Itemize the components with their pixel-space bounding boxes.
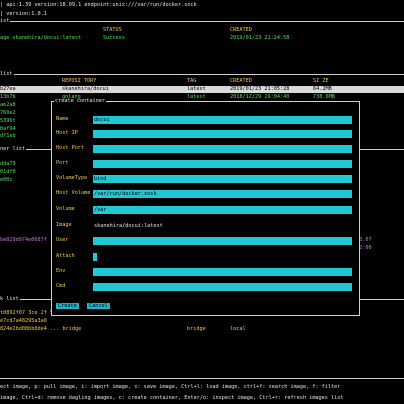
field-label-host-volume: Host Volume (56, 190, 91, 196)
image-row-id[interactable]: 0af94 (0, 126, 16, 132)
field-label-cmd: Cmd (56, 283, 66, 289)
volume-type-field-value: bind (94, 176, 107, 182)
field-label-host-ip: Host IP (56, 130, 78, 136)
task-row-status: Success (103, 35, 125, 41)
image-row-tag: latest (187, 86, 206, 92)
task-row-created: 2019/01/23 21:24:58 (230, 35, 290, 41)
image-row-id[interactable]: df1eb (0, 133, 16, 139)
image-row-id[interactable]: 13b7b (0, 94, 16, 100)
network-row-id[interactable]: e7cd7a48295a3a0 (0, 318, 47, 324)
image-row-size: 64.2MB (313, 86, 332, 92)
network-row-id[interactable]: 824e2bd08bb0de4 ... bridge (0, 326, 81, 332)
container-row-id[interactable]: be029d974e0687f (0, 237, 47, 243)
image-row-selected[interactable]: b27ea skanehira/docui latest 2019/01/23 … (0, 86, 404, 93)
image-row-tag: latest (187, 94, 206, 100)
volume-field-value: /var (94, 207, 107, 213)
image-row-created: 2018/12/29 19:04:40 (230, 94, 290, 100)
header-version-line: | version:1.0.1 (0, 11, 47, 17)
image-row-id[interactable]: ae2a8 (0, 102, 16, 108)
volume-type-field[interactable] (93, 175, 352, 183)
field-label-user: User (56, 237, 69, 243)
tasks-panel-label: ist (0, 18, 11, 25)
cancel-button[interactable]: Cancel (87, 303, 110, 309)
images-col-size: SI ZE (313, 78, 329, 84)
image-field-value[interactable]: skanehira/docui:latest (93, 222, 163, 230)
network-row-driver: bridge (187, 326, 206, 332)
host-volume-field-value: /var/run/docker.sock (94, 191, 157, 197)
host-port-field[interactable] (93, 145, 352, 153)
container-row-id[interactable]: 01df0 (0, 169, 16, 175)
task-row-name[interactable]: age skanehira/docui:latest (0, 35, 81, 41)
name-field[interactable] (93, 116, 352, 124)
network-row-id[interactable]: t0892f07 3ce 2f 54 (0, 310, 56, 316)
footer-shortcuts-line2: image, Ctrl+d: remove dagling images, c:… (0, 395, 344, 401)
network-row-scope: local (230, 326, 246, 332)
images-panel-label: list (0, 71, 14, 78)
field-label-attach: Attach (56, 253, 75, 259)
host-ip-field[interactable] (93, 130, 352, 138)
image-row-created: 2019/01/23 21:05:28 (230, 86, 290, 92)
networks-panel-label: k list (0, 296, 20, 303)
image-row-id[interactable]: 5396t (0, 118, 16, 124)
field-label-volume: Volume (56, 206, 75, 212)
tasks-col-status: STATUS (103, 27, 122, 33)
image-row-size: 738.6MB (313, 94, 335, 100)
env-field[interactable] (93, 268, 352, 276)
volume-field[interactable] (93, 206, 352, 214)
tasks-col-created: CREATED (230, 27, 252, 33)
field-label-image: Image (56, 222, 72, 228)
create-button[interactable]: Create (56, 303, 79, 309)
container-row-id[interactable]: e00c (0, 177, 13, 183)
field-label-host-port: Host Port (56, 145, 85, 151)
images-col-created: CREATED (230, 78, 252, 84)
image-row-id[interactable]: 760e2 (0, 110, 16, 116)
container-row-id[interactable]: dda79 (0, 161, 16, 167)
containers-panel-label: ner list (0, 146, 26, 153)
image-row-repo: skanehira/docui (62, 86, 109, 92)
field-label-name: Name (56, 116, 69, 122)
field-label-volume-type: VolumeType (56, 175, 88, 181)
images-col-tag: TAG (187, 78, 197, 84)
field-label-env: Env (56, 268, 66, 274)
cmd-field[interactable] (93, 283, 352, 291)
footer-shortcuts-line1: ect image, p: pull image, i: import imag… (0, 384, 341, 390)
user-field[interactable] (93, 237, 352, 245)
images-col-repository: REPOSI TORY (62, 78, 97, 84)
image-row-id: b27ea (0, 86, 16, 92)
port-field[interactable] (93, 160, 352, 168)
field-label-port: Port (56, 160, 69, 166)
header-info-line: | api:1.39 version:18.09.1 endpoint:unix… (0, 2, 197, 8)
dialog-title: create container (54, 98, 106, 105)
attach-checkbox[interactable] (93, 253, 97, 261)
name-field-value: docui (94, 117, 110, 123)
